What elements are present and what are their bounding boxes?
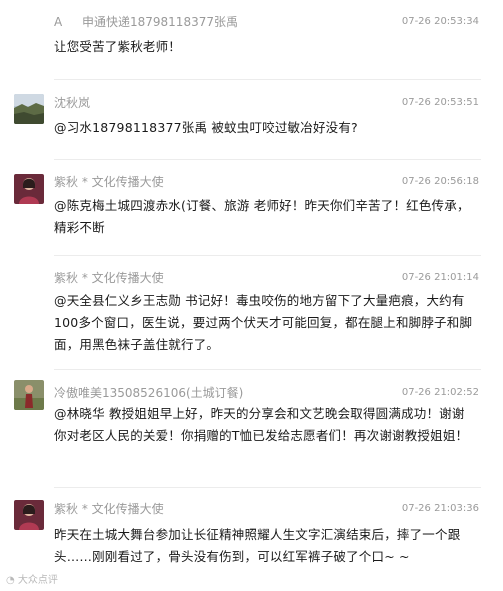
- comment-text: 昨天在土城大舞台参加让长征精神照耀人生文字汇演结束后，摔了一个跟头……刚刚看过了…: [54, 527, 461, 564]
- comment-time: 07-26 20:53:51: [401, 97, 479, 108]
- avatar[interactable]: [14, 380, 44, 410]
- watermark: ◔ 大众点评: [6, 575, 58, 587]
- commenter-name[interactable]: 冷傲唯美13508526106(土城订餐): [54, 386, 243, 400]
- comment-item: A 申通快递18798118377张禹 07-26 20:53:34 让您受苦了…: [0, 0, 503, 80]
- watermark-icon: ◔: [6, 575, 15, 586]
- comment-text: @习水18798118377张禹 被蚊虫叮咬过敏冶好没有?: [54, 120, 358, 135]
- comment-time: 07-26 20:56:18: [401, 176, 479, 187]
- commenter-name[interactable]: 申通快递18798118377张禹: [82, 15, 238, 29]
- comment-item: 紫秋 * 文化传播大使 07-26 21:03:36 昨天在土城大舞台参加让长征…: [0, 488, 503, 591]
- comment-time: 07-26 21:03:36: [401, 503, 479, 514]
- commenter-name[interactable]: 沈秋岚: [54, 96, 90, 110]
- comment-time: 07-26 20:53:34: [401, 16, 479, 27]
- watermark-text: 大众点评: [17, 575, 58, 586]
- avatar[interactable]: [14, 94, 44, 124]
- avatar[interactable]: [14, 174, 44, 204]
- comment-text: @林晓华 教授姐姐早上好，昨天的分享会和文艺晚会取得圆满成功！谢谢你对老区人民的…: [54, 406, 469, 443]
- comment-item: 紫秋 * 文化传播大使 07-26 21:01:14 @天全县仁义乡王志勋 书记…: [0, 256, 503, 370]
- commenter-name[interactable]: 紫秋 * 文化传播大使: [54, 502, 164, 516]
- comment-text: 让您受苦了紫秋老师！: [54, 39, 182, 54]
- comment-time: 07-26 21:01:14: [401, 272, 479, 283]
- commenter-name[interactable]: 紫秋 * 文化传播大使: [54, 271, 164, 285]
- avatar-letter: A: [54, 15, 63, 29]
- comment-item: 沈秋岚 07-26 20:53:51 @习水18798118377张禹 被蚊虫叮…: [0, 80, 503, 160]
- commenter-name[interactable]: 紫秋 * 文化传播大使: [54, 175, 164, 189]
- comment-time: 07-26 21:02:52: [401, 387, 479, 398]
- avatar[interactable]: [14, 500, 44, 530]
- comment-text: @天全县仁义乡王志勋 书记好！毒虫咬伤的地方留下了大量疤痕，大约有100多个窗口…: [54, 293, 473, 352]
- comment-item: 冷傲唯美13508526106(土城订餐) 07-26 21:02:52 @林晓…: [0, 370, 503, 488]
- comment-item: 紫秋 * 文化传播大使 07-26 20:56:18 @陈克梅土城四渡赤水(订餐…: [0, 160, 503, 256]
- comment-text: @陈克梅土城四渡赤水(订餐、旅游 老师好！昨天你们辛苦了！红色传承，精彩不断: [54, 198, 470, 235]
